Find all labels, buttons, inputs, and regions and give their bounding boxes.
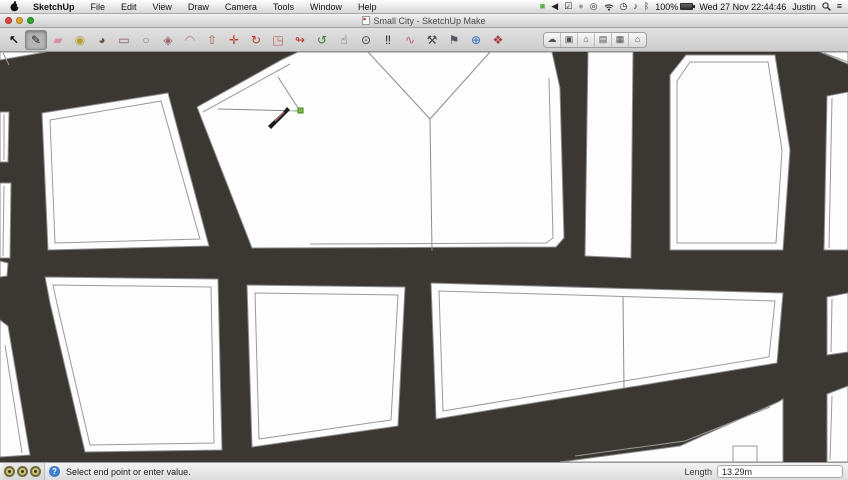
canvas-area — [0, 52, 848, 462]
window-title-wrap: Small City - SketchUp Make — [0, 16, 848, 26]
components-button[interactable]: ▣ — [561, 32, 578, 47]
title-bar: Small City - SketchUp Make — [0, 14, 848, 28]
battery-percent: 100% — [655, 1, 679, 12]
battery-indicator[interactable]: 100% — [655, 1, 696, 12]
status-bar: ? Select end point or enter value. Lengt… — [0, 462, 848, 480]
status-message: Select end point or enter value. — [66, 466, 191, 477]
follow-me-tool[interactable]: ↬ — [289, 30, 311, 50]
upload-button[interactable]: ⌂ — [578, 32, 595, 47]
select-tool[interactable]: ↖ — [3, 30, 25, 50]
menu-item-help[interactable]: Help — [350, 2, 385, 12]
get-models-tool[interactable]: ❖ — [487, 30, 509, 50]
text-tool[interactable]: ⚑ — [443, 30, 465, 50]
status-toggle-3[interactable] — [30, 466, 41, 477]
back-arrow-icon[interactable]: ◀ — [551, 2, 558, 11]
apple-menu[interactable] — [4, 1, 25, 12]
print-alt-button[interactable]: ▦ — [612, 32, 629, 47]
axes-tool[interactable]: ⚒ — [421, 30, 443, 50]
battery-icon — [680, 3, 696, 10]
menu-items: SketchUp File Edit View Draw Camera Tools Windo… — [25, 2, 384, 12]
minimize-button[interactable] — [16, 17, 23, 24]
dim-circle-icon[interactable]: ● — [578, 2, 583, 11]
pan-tool[interactable]: ☝ — [333, 30, 355, 50]
spotlight-search-icon[interactable] — [822, 2, 831, 11]
toolbar-segmented-control: ☁ ▣ ⌂ ▤ ▦ ⌂ — [543, 31, 647, 48]
arc-tool[interactable]: ◠ — [179, 30, 201, 50]
tape-measure-tool[interactable]: ◉ — [69, 30, 91, 50]
status-toggle-2[interactable] — [17, 466, 28, 477]
apple-icon — [10, 1, 19, 12]
scale-tool[interactable]: ◳ — [267, 30, 289, 50]
menu-item-window[interactable]: Window — [302, 2, 350, 12]
eraser-tool[interactable]: ▰ — [47, 30, 69, 50]
freehand-tool[interactable]: ∿ — [399, 30, 421, 50]
rectangle-tool[interactable]: ▭ — [113, 30, 135, 50]
sketchup-window: SketchUp File Edit View Draw Camera Tools Windo… — [0, 0, 848, 480]
toolbar: ↖ ✎ ▰ ◉ ◕ ▭ ○ ◈ ◠ ⇧ ✛ ↻ ◳ ↬ ↺ ☝ ⊙ ‼ ∿ ⚒ ⚑ ⊕ ❖ ☁ ▣ ⌂ ▤ ▦ ⌂ — [0, 28, 848, 52]
line-tool[interactable]: ✎ — [25, 29, 47, 50]
rotate-tool[interactable]: ↻ — [245, 30, 267, 50]
home-button[interactable]: ⌂ — [629, 33, 646, 47]
share-button[interactable]: ☁ — [544, 32, 561, 47]
document-icon — [362, 16, 371, 25]
status-toggle-1[interactable] — [4, 466, 15, 477]
menu-item-view[interactable]: View — [145, 2, 180, 12]
zoom-button[interactable] — [27, 17, 34, 24]
menu-item-tools[interactable]: Tools — [265, 2, 302, 12]
user-menu[interactable]: Justin — [792, 2, 816, 12]
menu-item-edit[interactable]: Edit — [113, 2, 145, 12]
window-title: Small City - SketchUp Make — [373, 15, 486, 26]
push-pull-tool[interactable]: ⇧ — [201, 30, 223, 50]
app-status-icon[interactable]: ■ — [540, 2, 545, 11]
close-button[interactable] — [5, 17, 12, 24]
inference-point — [297, 107, 304, 114]
measurement-label: Length — [684, 466, 712, 477]
help-icon[interactable]: ? — [49, 466, 60, 477]
menu-clock[interactable]: Wed 27 Nov 22:44:46 — [699, 2, 786, 12]
measurement-area: Length — [684, 465, 845, 478]
polygon-tool[interactable]: ◈ — [157, 30, 179, 50]
volume-icon[interactable]: ♪ — [633, 2, 638, 11]
drawing-canvas[interactable] — [0, 52, 848, 462]
circle-tool[interactable]: ○ — [135, 30, 157, 50]
window-controls — [5, 17, 34, 24]
menu-item-camera[interactable]: Camera — [217, 2, 265, 12]
wifi-icon[interactable] — [604, 3, 614, 11]
orbit-tool[interactable]: ↺ — [311, 30, 333, 50]
status-toggle-buttons — [3, 462, 45, 480]
menu-item-sketchup[interactable]: SketchUp — [25, 2, 83, 12]
print-button[interactable]: ▤ — [595, 32, 612, 47]
checkbox-icon[interactable]: ☑ — [564, 2, 572, 11]
add-location-tool[interactable]: ⊕ — [465, 30, 487, 50]
menu-item-file[interactable]: File — [83, 2, 114, 12]
menu-item-draw[interactable]: Draw — [180, 2, 217, 12]
tool-buttons: ↖ ✎ ▰ ◉ ◕ ▭ ○ ◈ ◠ ⇧ ✛ ↻ ◳ ↬ ↺ ☝ ⊙ ‼ ∿ ⚒ ⚑ ⊕ ❖ — [3, 29, 509, 50]
paint-bucket-tool[interactable]: ◕ — [91, 30, 113, 50]
menu-status-icons: ■ ◀ ☑ ● ◎ ◷ ♪ ᛒ — [540, 2, 650, 11]
move-tool[interactable]: ✛ — [223, 30, 245, 50]
look-around-tool[interactable]: ⊙ — [355, 30, 377, 50]
walk-tool[interactable]: ‼ — [377, 30, 399, 50]
bluetooth-icon[interactable]: ᛒ — [644, 2, 649, 11]
target-icon[interactable]: ◎ — [590, 2, 598, 11]
time-machine-icon[interactable]: ◷ — [620, 2, 628, 11]
notification-center-icon[interactable]: ≡ — [837, 2, 842, 11]
menu-bar-status-area: ■ ◀ ☑ ● ◎ ◷ ♪ ᛒ 100% Wed 27 Nov 22:44:46 Justin… — [540, 2, 844, 12]
menu-bar: SketchUp File Edit View Draw Camera Tools Windo… — [0, 0, 848, 14]
measurement-input[interactable] — [717, 465, 843, 478]
